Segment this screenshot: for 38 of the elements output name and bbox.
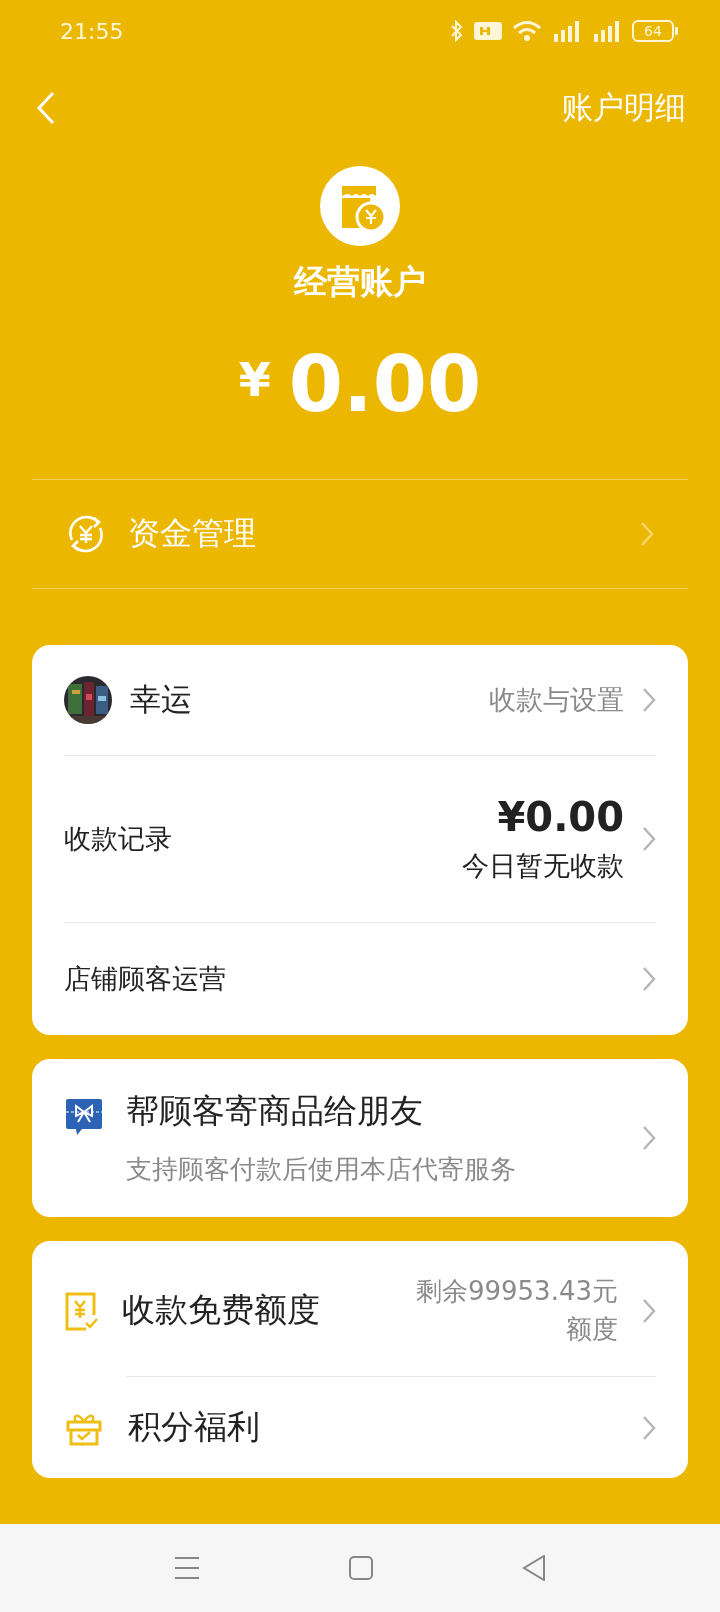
quota-remaining: 剩余99953.43元额度	[414, 1275, 618, 1346]
receipt-check-icon	[64, 1290, 98, 1331]
chevron-right-icon	[642, 1125, 656, 1151]
battery-level: 64	[632, 20, 674, 42]
store-icon	[320, 166, 400, 246]
store-name: 幸运	[130, 680, 193, 719]
clock-time: 21:55	[60, 18, 124, 44]
bluetooth-icon	[450, 20, 464, 42]
card-title: 帮顾客寄商品给朋友	[126, 1090, 424, 1132]
signal-icon	[552, 20, 582, 42]
balance-amount: 0.00	[288, 345, 482, 423]
chevron-right-icon	[642, 966, 656, 992]
back-triangle-icon[interactable]	[521, 1555, 546, 1581]
back-icon	[36, 91, 56, 125]
payment-records-row[interactable]: 收款记录 ¥0.00 今日暂无收款	[64, 756, 656, 922]
hd-voice-icon	[474, 22, 502, 40]
menu-icon[interactable]	[174, 1556, 201, 1580]
wifi-icon	[512, 20, 542, 42]
customer-operations-row[interactable]: 店铺顾客运营	[64, 923, 656, 1035]
chevron-right-icon	[642, 826, 656, 852]
gift-message-icon	[64, 1097, 104, 1137]
account-name: 经营账户	[294, 261, 426, 303]
currency-symbol: ¥	[238, 353, 271, 407]
signal-icon	[592, 20, 622, 42]
benefit-label: 收款免费额度	[122, 1289, 321, 1332]
payment-amount: ¥0.00	[497, 794, 624, 840]
currency-exchange-icon	[66, 514, 106, 554]
benefit-label: 积分福利	[128, 1406, 261, 1449]
benefit-item[interactable]: 收款免费额度 剩余99953.43元额度	[64, 1241, 656, 1377]
card-subtitle: 支持顾客付款后使用本店代寄服务	[126, 1153, 517, 1186]
benefit-item[interactable]: 积分福利	[64, 1377, 656, 1479]
home-button-icon[interactable]	[349, 1556, 373, 1580]
payment-note: 今日暂无收款	[462, 849, 624, 883]
chevron-right-icon	[642, 687, 656, 713]
chevron-right-icon	[642, 1297, 656, 1324]
gift-shipping-card[interactable]: 帮顾客寄商品给朋友 支持顾客付款后使用本店代寄服务	[32, 1059, 688, 1217]
chevron-right-icon	[640, 521, 654, 547]
chevron-right-icon	[642, 1414, 656, 1441]
